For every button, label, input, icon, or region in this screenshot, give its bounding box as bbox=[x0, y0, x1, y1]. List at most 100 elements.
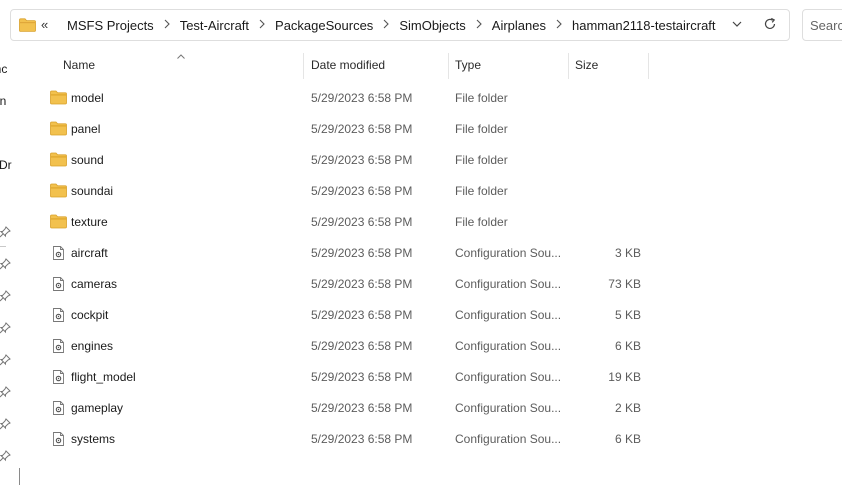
file-date-modified: 5/29/2023 6:58 PM bbox=[311, 122, 413, 136]
pin-icon[interactable] bbox=[0, 322, 11, 337]
file-size: 19 KB bbox=[608, 370, 641, 384]
chevron-right-icon[interactable] bbox=[249, 19, 275, 32]
file-date-modified: 5/29/2023 6:58 PM bbox=[311, 339, 413, 353]
file-row[interactable]: soundai 5/29/2023 6:58 PM File folder bbox=[35, 176, 655, 207]
folder-icon bbox=[19, 18, 36, 32]
file-size: 6 KB bbox=[614, 339, 641, 353]
file-date-modified: 5/29/2023 6:58 PM bbox=[311, 215, 413, 229]
file-date-modified: 5/29/2023 6:58 PM bbox=[311, 432, 413, 446]
folder-icon bbox=[50, 121, 67, 136]
file-row[interactable]: sound 5/29/2023 6:58 PM File folder bbox=[35, 145, 655, 176]
config-file-icon bbox=[53, 246, 70, 261]
pin-icon[interactable] bbox=[0, 226, 11, 241]
file-name: systems bbox=[71, 432, 116, 446]
file-row[interactable]: texture 5/29/2023 6:58 PM File folder bbox=[35, 207, 655, 238]
file-type: Configuration Sou... bbox=[455, 246, 562, 260]
file-row[interactable]: engines 5/29/2023 6:58 PM Configuration So… bbox=[35, 331, 655, 362]
file-date-modified: 5/29/2023 6:58 PM bbox=[311, 308, 413, 322]
file-name: soundai bbox=[71, 184, 114, 198]
pin-icon[interactable] bbox=[0, 418, 11, 433]
folder-icon bbox=[50, 90, 67, 105]
file-size: 73 KB bbox=[608, 277, 641, 291]
breadcrumb-overflow-button[interactable]: « bbox=[41, 17, 48, 32]
column-header-size[interactable]: Size bbox=[575, 58, 598, 72]
file-name: aircraft bbox=[71, 246, 108, 260]
file-name: texture bbox=[71, 215, 108, 229]
file-row[interactable]: gameplay 5/29/2023 6:58 PM Configuration S… bbox=[35, 393, 655, 424]
pin-icon[interactable] bbox=[0, 258, 11, 273]
address-bar[interactable]: « MSFS Projects Test-Aircraft PackageSourc… bbox=[10, 9, 790, 41]
file-name: cameras bbox=[71, 277, 118, 291]
file-date-modified: 5/29/2023 6:58 PM bbox=[311, 91, 413, 105]
file-name: panel bbox=[71, 122, 101, 136]
file-date-modified: 5/29/2023 6:58 PM bbox=[311, 370, 413, 384]
chevron-right-icon[interactable] bbox=[154, 19, 180, 32]
file-name: cockpit bbox=[71, 308, 109, 322]
file-name: flight_model bbox=[71, 370, 136, 384]
file-date-modified: 5/29/2023 6:58 PM bbox=[311, 246, 413, 260]
chevron-down-icon[interactable] bbox=[731, 18, 743, 30]
file-type: File folder bbox=[455, 215, 508, 229]
search-input[interactable]: Search bbox=[802, 9, 842, 41]
chevron-right-icon[interactable] bbox=[466, 19, 492, 32]
pin-icon[interactable] bbox=[0, 354, 11, 369]
breadcrumb-item[interactable]: Airplanes bbox=[492, 18, 546, 33]
file-row[interactable]: model 5/29/2023 6:58 PM File folder bbox=[35, 83, 655, 114]
file-type: Configuration Sou... bbox=[455, 401, 562, 415]
file-type: Configuration Sou... bbox=[455, 339, 562, 353]
pin-icon[interactable] bbox=[0, 290, 11, 305]
breadcrumb-item[interactable]: SimObjects bbox=[399, 18, 465, 33]
file-row[interactable]: cockpit 5/29/2023 6:58 PM Configuration So… bbox=[35, 300, 655, 331]
breadcrumb: MSFS Projects Test-Aircraft PackageSources… bbox=[67, 10, 716, 40]
refresh-icon[interactable] bbox=[763, 17, 777, 31]
file-row[interactable]: aircraft 5/29/2023 6:58 PM Configuration S… bbox=[35, 238, 655, 269]
column-divider[interactable] bbox=[568, 53, 569, 79]
breadcrumb-item[interactable]: PackageSources bbox=[275, 18, 373, 33]
column-header-type[interactable]: Type bbox=[455, 58, 481, 72]
nav-item-partial[interactable]: un bbox=[0, 94, 6, 108]
file-date-modified: 5/29/2023 6:58 PM bbox=[311, 401, 413, 415]
nav-divider bbox=[0, 246, 6, 247]
config-file-icon bbox=[53, 277, 70, 292]
breadcrumb-item[interactable]: hamman2118-testaircraft bbox=[572, 18, 716, 33]
column-header-name[interactable]: Name bbox=[63, 58, 95, 72]
chevron-right-icon[interactable] bbox=[373, 19, 399, 32]
nav-item-partial[interactable]: enc bbox=[0, 62, 7, 76]
file-row[interactable]: flight_model 5/29/2023 6:58 PM Configurati… bbox=[35, 362, 655, 393]
column-divider[interactable] bbox=[303, 53, 304, 79]
pin-icon[interactable] bbox=[0, 450, 11, 465]
file-size: 3 KB bbox=[614, 246, 641, 260]
pin-icon[interactable] bbox=[0, 386, 11, 401]
folder-icon bbox=[50, 183, 67, 198]
file-date-modified: 5/29/2023 6:58 PM bbox=[311, 153, 413, 167]
file-size: 2 KB bbox=[614, 401, 641, 415]
folder-icon bbox=[50, 214, 67, 229]
config-file-icon bbox=[53, 432, 70, 447]
file-type: File folder bbox=[455, 184, 508, 198]
column-divider[interactable] bbox=[448, 53, 449, 79]
file-type: File folder bbox=[455, 91, 508, 105]
file-type: File folder bbox=[455, 153, 508, 167]
file-type: Configuration Sou... bbox=[455, 277, 562, 291]
search-placeholder: Search bbox=[810, 18, 842, 33]
file-name: sound bbox=[71, 153, 104, 167]
file-row[interactable]: panel 5/29/2023 6:58 PM File folder bbox=[35, 114, 655, 145]
column-divider[interactable] bbox=[648, 53, 649, 79]
config-file-icon bbox=[53, 339, 70, 354]
breadcrumb-item[interactable]: Test-Aircraft bbox=[180, 18, 249, 33]
breadcrumb-item[interactable]: MSFS Projects bbox=[67, 18, 154, 33]
file-type: File folder bbox=[455, 122, 508, 136]
file-row[interactable]: cameras 5/29/2023 6:58 PM Configuration So… bbox=[35, 269, 655, 300]
chevron-right-icon[interactable] bbox=[546, 19, 572, 32]
navigation-pane[interactable]: enc un Dr bbox=[0, 50, 20, 485]
file-type: Configuration Sou... bbox=[455, 308, 562, 322]
file-row[interactable]: systems 5/29/2023 6:58 PM Configuration So… bbox=[35, 424, 655, 455]
pane-splitter[interactable] bbox=[19, 468, 20, 485]
folder-icon bbox=[50, 152, 67, 167]
file-size: 5 KB bbox=[614, 308, 641, 322]
column-header-date[interactable]: Date modified bbox=[311, 58, 385, 72]
file-type: Configuration Sou... bbox=[455, 370, 562, 384]
sort-up-caret-icon bbox=[177, 54, 185, 59]
nav-item-partial[interactable]: Dr bbox=[0, 158, 12, 172]
config-file-icon bbox=[53, 370, 70, 385]
